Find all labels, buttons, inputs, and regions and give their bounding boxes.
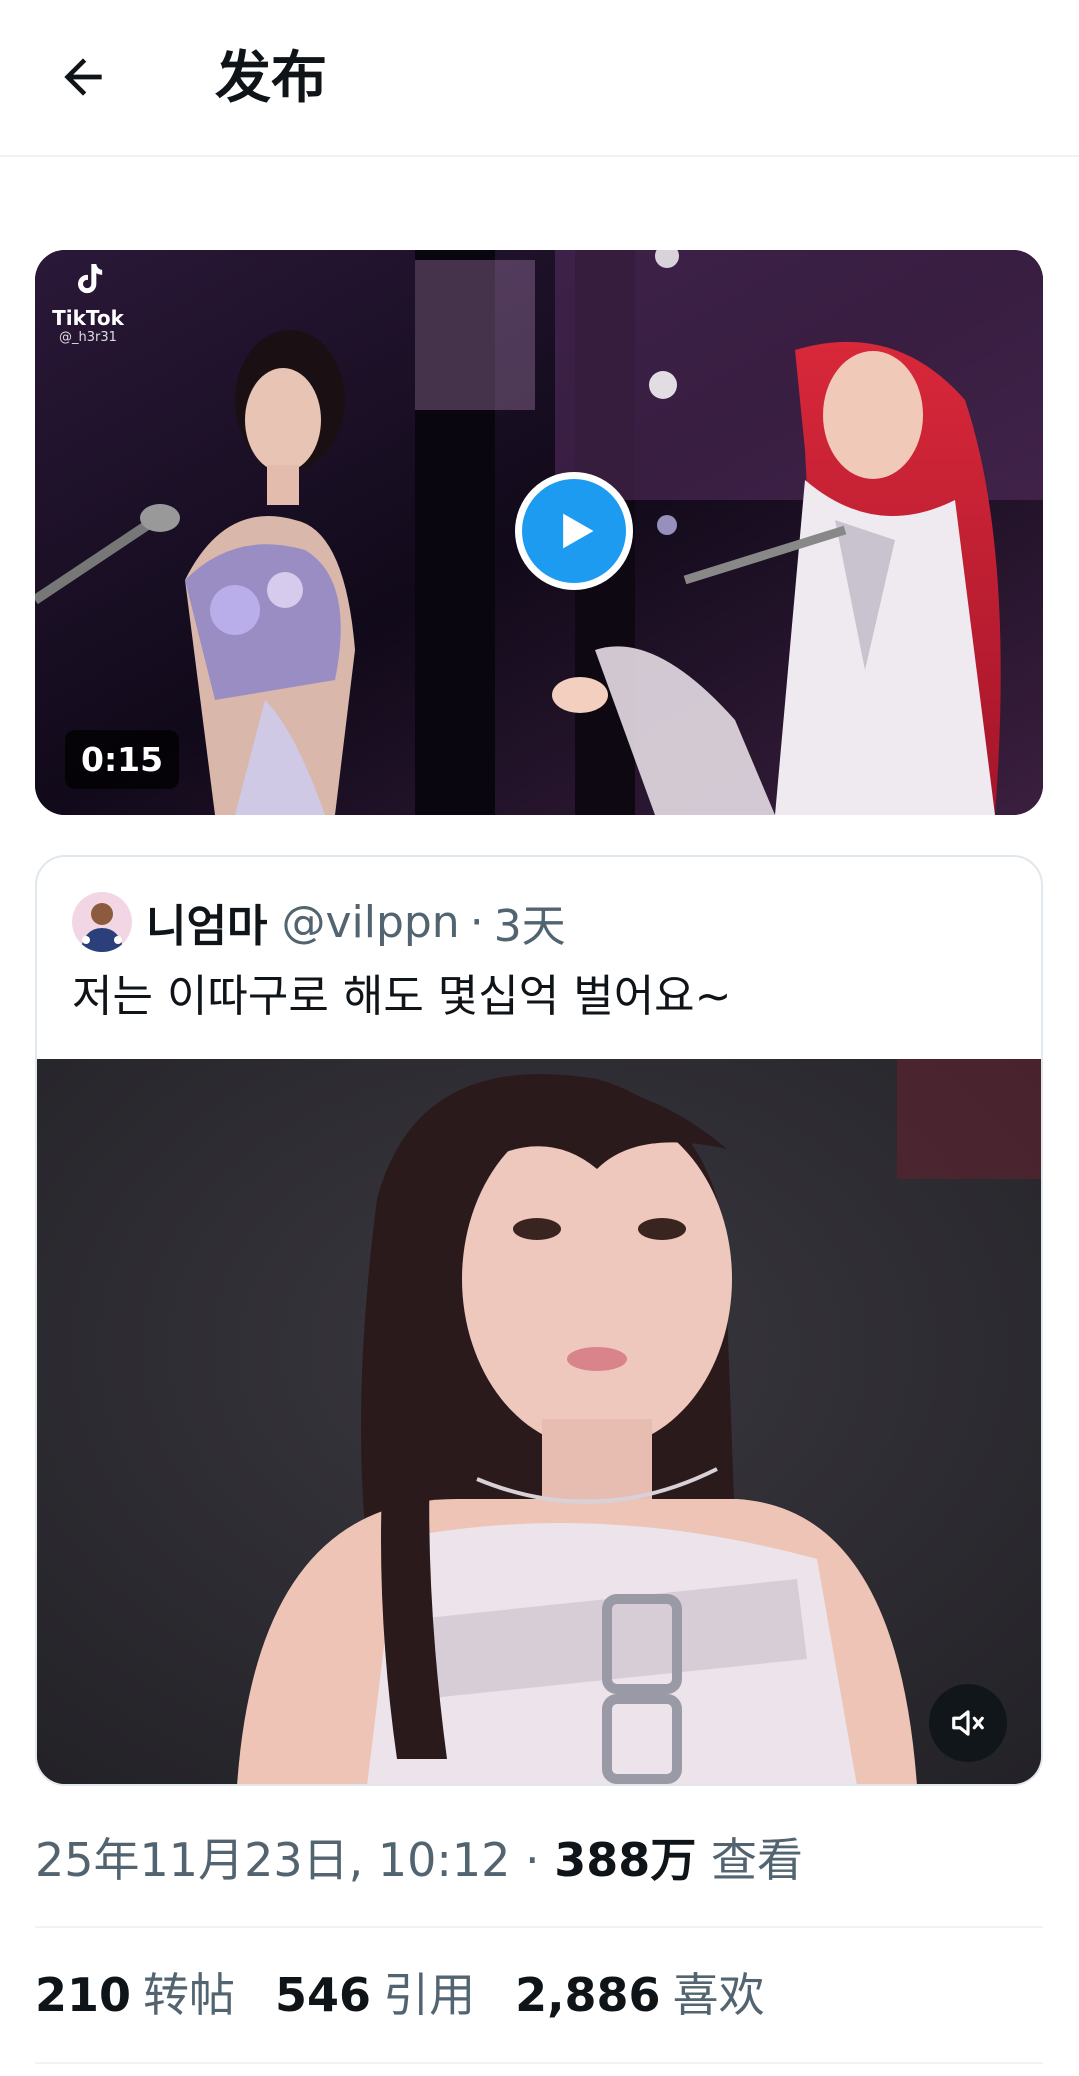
reposts-label[interactable]: 转帖 <box>143 1968 235 2022</box>
views-count[interactable]: 388万 <box>554 1833 696 1887</box>
separator-dot: · <box>525 1833 540 1887</box>
tiktok-username: @_h3r31 <box>59 330 117 345</box>
mute-button[interactable] <box>929 1684 1007 1762</box>
page-title: 发布 <box>215 46 327 111</box>
quoted-video-thumbnail <box>37 1059 1041 1784</box>
divider <box>35 2062 1043 2064</box>
video-player[interactable]: TikTok @_h3r31 0:15 <box>35 250 1043 815</box>
play-icon <box>563 513 594 549</box>
top-bar: 发布 <box>0 0 1079 157</box>
tiktok-logo-icon <box>78 264 103 294</box>
quoted-post-header: 니엄마 @vilppn · 3天 <box>72 892 566 952</box>
quotes-count[interactable]: 546 <box>275 1968 371 2022</box>
quoted-post[interactable]: 니엄마 @vilppn · 3天 저는 이따구로 해도 몇십억 벌어요~ <box>35 855 1043 1786</box>
tiktok-brand: TikTok <box>52 306 124 330</box>
quotes-label[interactable]: 引用 <box>383 1968 475 2022</box>
engagement-stats: 210 转帖 546 引用 2,886 喜欢 <box>35 1965 805 2025</box>
video-duration: 0:15 <box>65 730 180 789</box>
likes-label[interactable]: 喜欢 <box>673 1968 765 2022</box>
back-arrow-icon <box>64 58 102 96</box>
quoted-display-name[interactable]: 니엄마 <box>146 890 267 954</box>
back-button[interactable] <box>50 44 116 110</box>
post-meta: 25年11月23日, 10:12 · 388万 查看 <box>35 1830 803 1890</box>
avatar-image <box>72 892 132 952</box>
avatar[interactable] <box>72 892 132 952</box>
separator-dot: · <box>469 896 484 948</box>
tiktok-watermark: TikTok @_h3r31 <box>43 258 133 345</box>
quoted-handle[interactable]: @vilppn <box>281 897 459 948</box>
quoted-video[interactable] <box>37 1059 1041 1784</box>
likes-count[interactable]: 2,886 <box>515 1968 661 2022</box>
play-button[interactable] <box>515 472 633 590</box>
reposts-count[interactable]: 210 <box>35 1968 131 2022</box>
post-datetime[interactable]: 25年11月23日, 10:12 <box>35 1833 510 1887</box>
views-label[interactable]: 查看 <box>711 1833 803 1887</box>
quoted-post-text: 저는 이따구로 해도 몇십억 벌어요~ <box>72 971 732 1022</box>
mute-icon <box>952 1710 984 1736</box>
divider <box>35 1926 1043 1928</box>
quoted-timestamp: 3天 <box>493 901 566 952</box>
